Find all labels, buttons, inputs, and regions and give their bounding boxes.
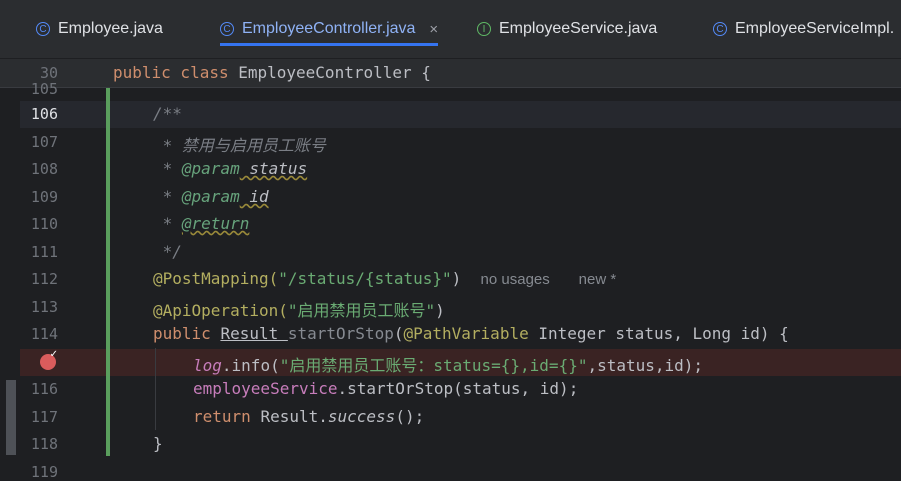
- usages-hint[interactable]: no usages: [481, 271, 550, 288]
- sticky-class-header[interactable]: 30 public class EmployeeController {: [0, 59, 901, 87]
- line-number: 108: [30, 160, 58, 178]
- tab-employee[interactable]: C Employee.java: [36, 0, 163, 58]
- code-line: }: [153, 434, 163, 453]
- line-number: 113: [30, 298, 58, 316]
- line-number: 107: [30, 133, 58, 151]
- class-icon: C: [220, 22, 234, 36]
- line-number: 105: [30, 80, 58, 98]
- tab-employee-service[interactable]: I EmployeeService.java: [477, 0, 657, 58]
- code-line: * @return: [153, 214, 250, 233]
- code-line: */: [153, 242, 182, 261]
- vcs-change-marker[interactable]: [106, 88, 110, 456]
- breakpoint-icon[interactable]: [40, 349, 58, 370]
- code-line: return Result.success();: [193, 407, 425, 426]
- tab-label: Employee.java: [58, 20, 163, 37]
- line-number: 119: [30, 463, 58, 481]
- tab-label: EmployeeController.java: [242, 20, 416, 37]
- code-line: @PostMapping("/status/{status}") no usag…: [153, 269, 617, 288]
- tab-label: EmployeeService.java: [499, 20, 658, 37]
- close-icon[interactable]: ×: [429, 21, 438, 38]
- code-line: employeeService.startOrStop(status, id);: [193, 379, 579, 398]
- class-icon: C: [713, 22, 727, 36]
- line-number: 112: [30, 270, 58, 288]
- tab-label: EmployeeServiceImpl.: [735, 20, 895, 37]
- line-number: 110: [30, 215, 58, 233]
- code-line: log.info("启用禁用员工账号：status={},id={}",stat…: [193, 356, 704, 375]
- code-line: @ApiOperation("启用禁用员工账号"): [153, 301, 445, 320]
- editor-tab-bar: C Employee.java C EmployeeController.jav…: [0, 0, 901, 59]
- code-line: * @param status: [153, 159, 308, 178]
- sticky-code: public class EmployeeController {: [113, 63, 431, 82]
- tab-employee-service-impl[interactable]: C EmployeeServiceImpl.: [713, 0, 894, 58]
- line-number: 114: [30, 325, 58, 343]
- indent-guide: [155, 348, 156, 430]
- line-number: 106: [30, 105, 58, 123]
- sticky-divider: [0, 87, 901, 88]
- code-line: * @param id: [153, 187, 269, 206]
- code-line: * 禁用与启用员工账号: [153, 136, 326, 155]
- code-line: /**: [153, 104, 182, 123]
- class-icon: C: [36, 22, 50, 36]
- code-line: public Result startOrStop(@PathVariable …: [153, 324, 789, 343]
- interface-icon: I: [477, 22, 491, 36]
- scrollbar-thumb[interactable]: [6, 380, 16, 455]
- tab-employee-controller[interactable]: C EmployeeController.java ×: [220, 0, 439, 58]
- author-hint[interactable]: new *: [579, 271, 617, 288]
- line-number: 111: [30, 243, 58, 261]
- line-number: 109: [30, 188, 58, 206]
